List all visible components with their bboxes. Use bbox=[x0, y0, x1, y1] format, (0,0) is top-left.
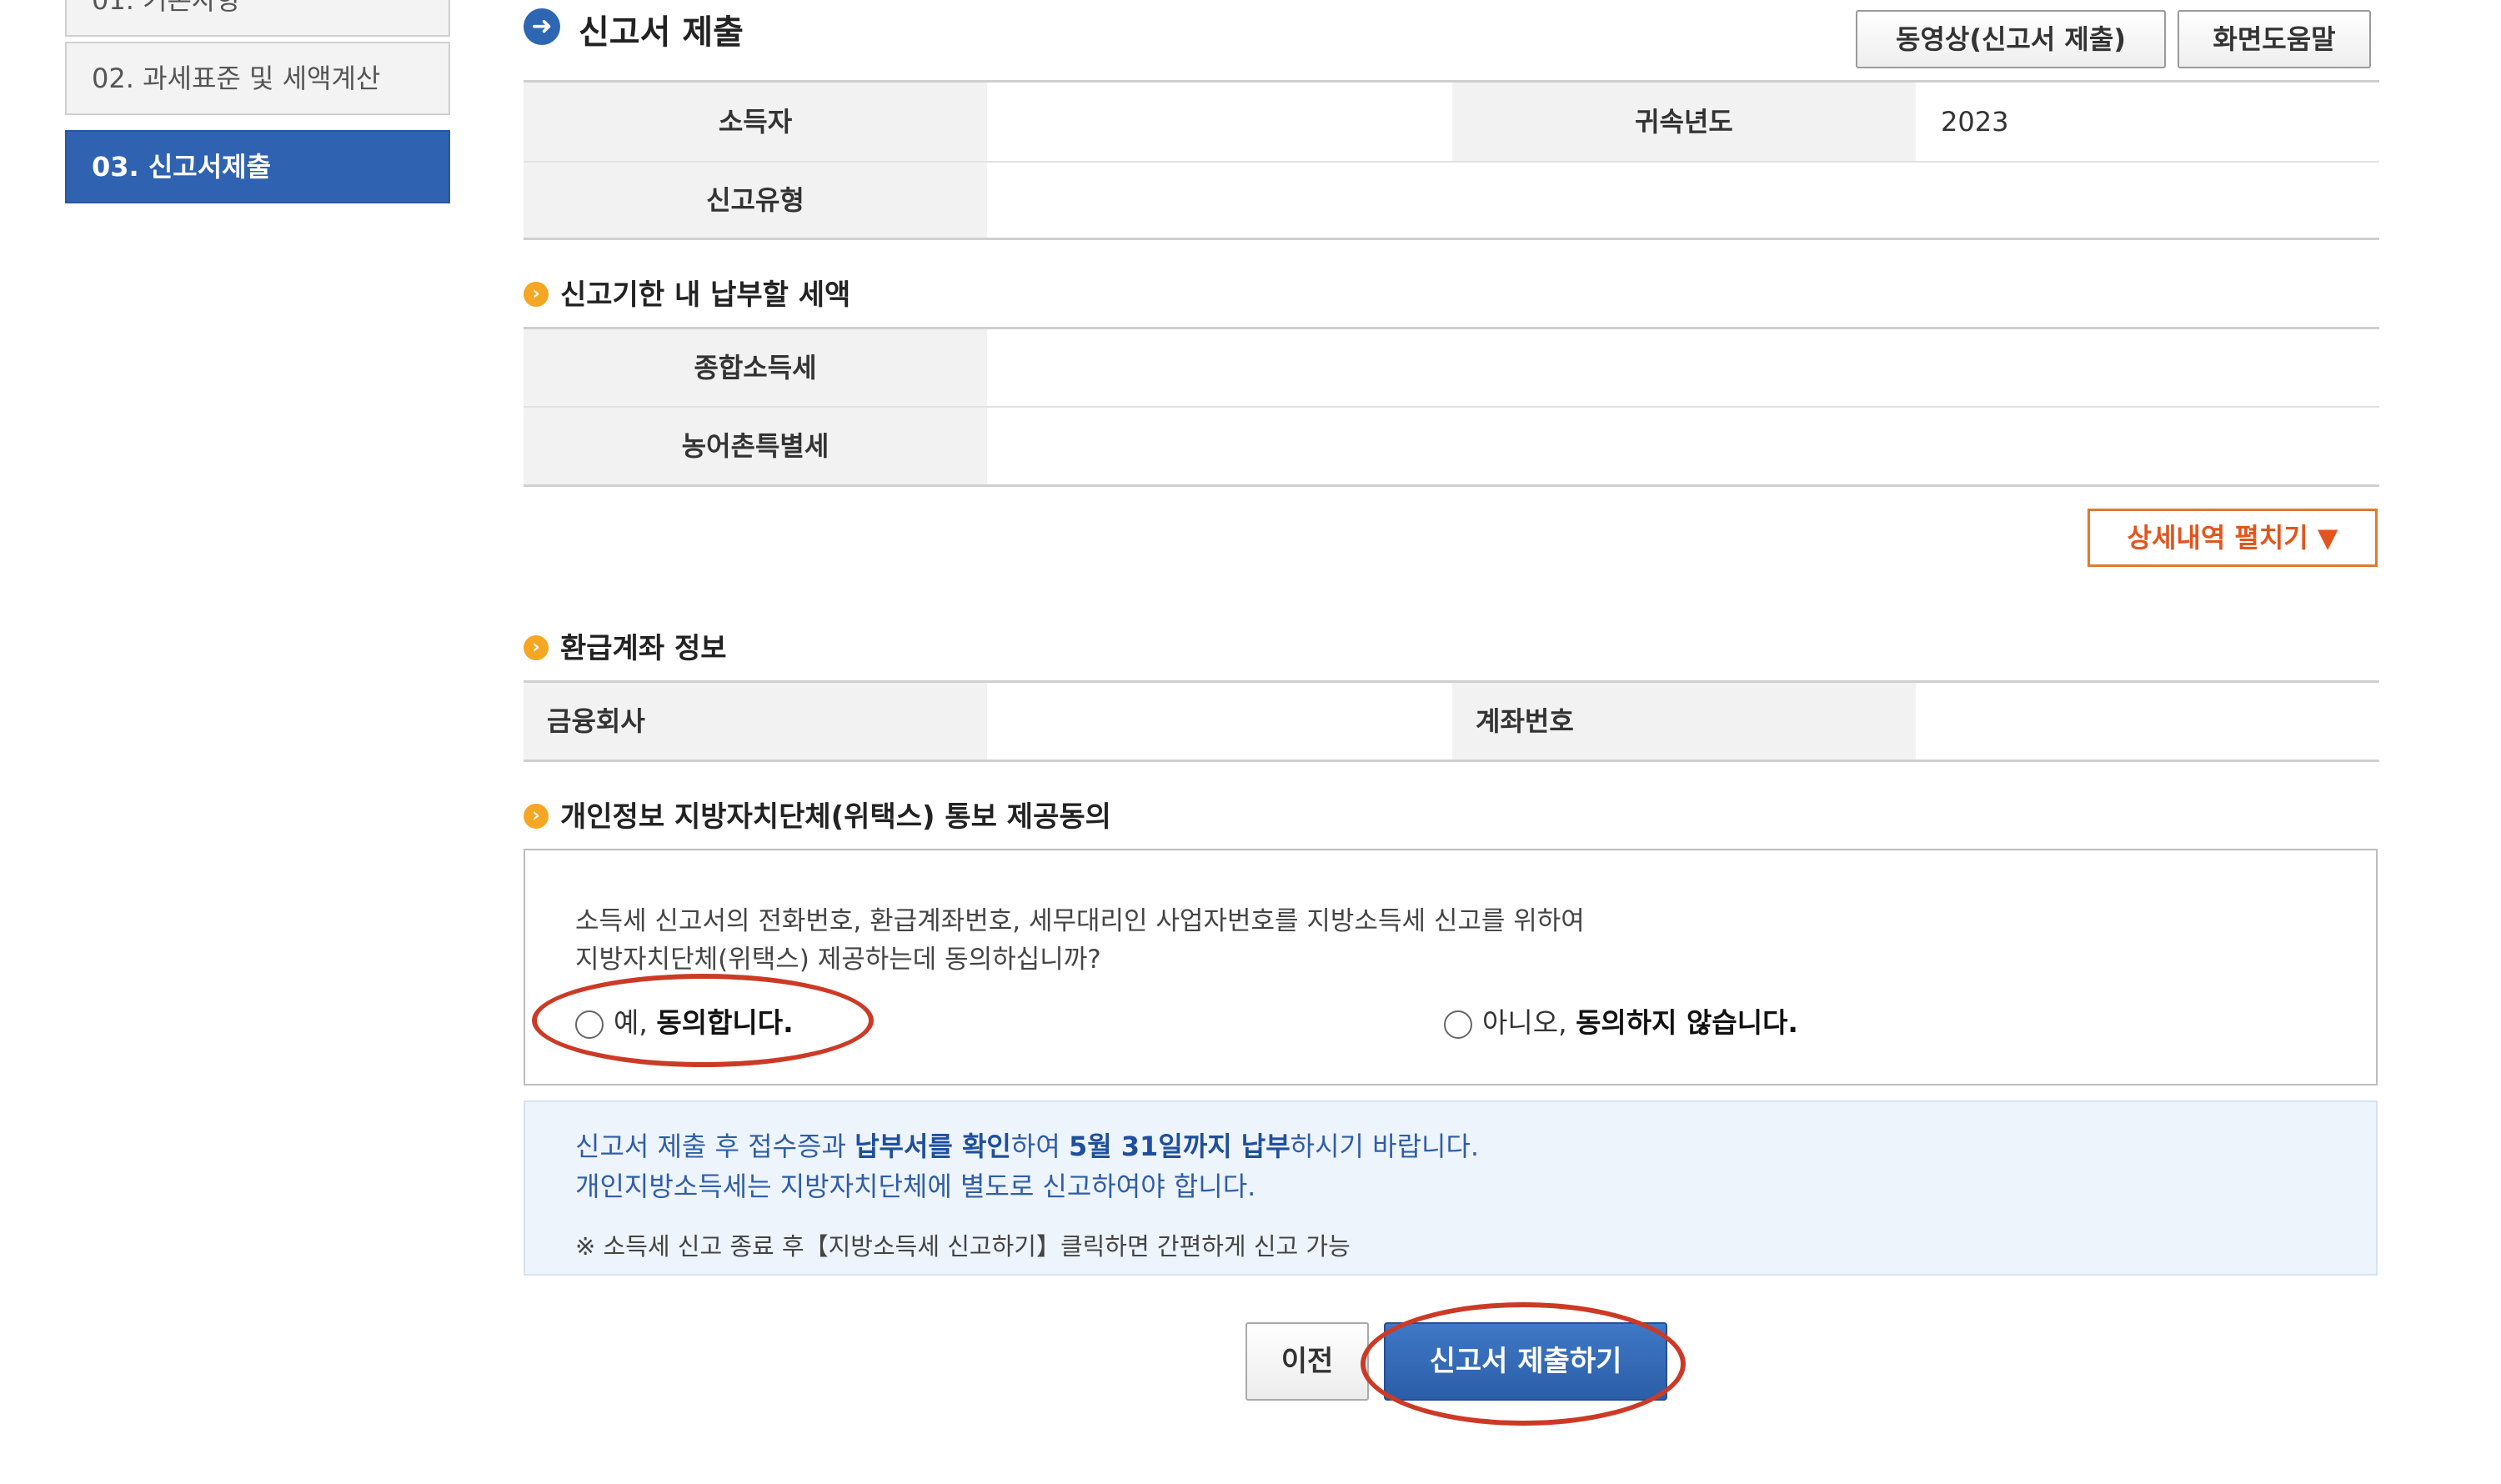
notice-box: 신고서 제출 후 접수증과 납부서를 확인하여 5월 31일까지 납부하시기 바… bbox=[524, 1100, 2378, 1276]
radio-no[interactable] bbox=[1444, 1010, 1472, 1039]
chevron-right-icon: › bbox=[524, 634, 549, 660]
report-type-value bbox=[987, 163, 2379, 238]
bank-value bbox=[987, 683, 1452, 760]
notice-line-1: 신고서 제출 후 접수증과 납부서를 확인하여 5월 31일까지 납부하시기 바… bbox=[575, 1131, 1480, 1162]
tax-table: 종합소득세 농어촌특별세 bbox=[524, 327, 2379, 487]
consent-no-option[interactable]: 아니오, 동의하지 않습니다. bbox=[1444, 1000, 1798, 1040]
report-type-label: 신고유형 bbox=[524, 163, 987, 238]
expand-details-button[interactable]: 상세내역 펼치기 ▼ bbox=[2088, 509, 2378, 567]
income-earner-value bbox=[987, 83, 1452, 161]
chevron-right-icon: › bbox=[524, 803, 549, 829]
sidebar-item-tax-calc[interactable]: 02. 과세표준 및 세액계산 bbox=[65, 42, 450, 115]
highlight-oval-consent bbox=[532, 974, 874, 1067]
rural-tax-label: 농어촌특별세 bbox=[524, 408, 987, 484]
bank-label: 금융회사 bbox=[524, 683, 987, 760]
sidebar-item-basic[interactable]: 01. 기본사항 bbox=[65, 0, 450, 37]
help-button[interactable]: 화면도움말 bbox=[2178, 10, 2371, 68]
sidebar-item-submit[interactable]: 03. 신고서제출 bbox=[65, 130, 450, 203]
consent-question: 소득세 신고서의 전화번호, 환급계좌번호, 세무대리인 사업자번호를 지방소득… bbox=[575, 906, 1585, 975]
income-earner-label: 소득자 bbox=[524, 83, 987, 161]
year-label: 귀속년도 bbox=[1452, 83, 1916, 161]
income-tax-label: 종합소득세 bbox=[524, 329, 987, 406]
rural-tax-value bbox=[987, 408, 2379, 484]
refund-section-heading: › 환급계좌 정보 bbox=[524, 625, 727, 666]
notice-line-2: 개인지방소득세는 지방자치단체에 별도로 신고하여야 합니다. bbox=[575, 1171, 1256, 1202]
refund-table: 금융회사 계좌번호 bbox=[524, 680, 2379, 762]
income-tax-value bbox=[987, 329, 2379, 406]
tax-section-heading: › 신고기한 내 납부할 세액 bbox=[524, 272, 850, 313]
video-button[interactable]: 동영상(신고서 제출) bbox=[1856, 10, 2166, 68]
info-table: 소득자 귀속년도 2023 신고유형 bbox=[524, 80, 2379, 240]
account-value bbox=[1916, 683, 2379, 760]
year-value: 2023 bbox=[1941, 106, 2009, 138]
consent-section-heading: › 개인정보 지방자치단체(위택스) 통보 제공동의 bbox=[524, 794, 1111, 835]
arrow-right-icon: ➜ bbox=[524, 8, 560, 45]
prev-button[interactable]: 이전 bbox=[1245, 1322, 1369, 1401]
page-title: 신고서 제출 bbox=[579, 13, 744, 52]
chevron-right-icon: › bbox=[524, 281, 549, 307]
account-label: 계좌번호 bbox=[1452, 683, 1916, 760]
notice-small: ※ 소득세 신고 종료 후【지방소득세 신고하기】클릭하면 간편하게 신고 가능 bbox=[575, 1232, 1351, 1261]
highlight-oval-submit bbox=[1361, 1302, 1686, 1426]
